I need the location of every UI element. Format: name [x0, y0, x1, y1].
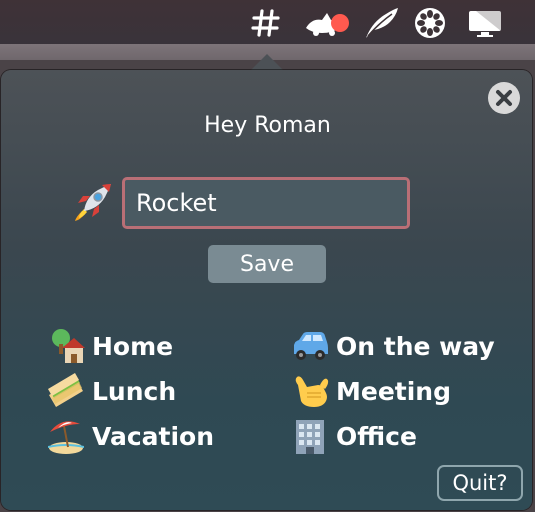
- status-text-input[interactable]: [122, 177, 410, 229]
- preset-office[interactable]: Office: [290, 416, 417, 456]
- close-button[interactable]: [488, 82, 520, 114]
- beach-umbrella-icon: [46, 416, 86, 456]
- feather-icon[interactable]: [362, 6, 400, 40]
- preset-on-the-way[interactable]: On the way: [290, 326, 495, 366]
- rocket-icon[interactable]: [72, 181, 114, 223]
- preset-vacation[interactable]: Vacation: [46, 416, 214, 456]
- preset-meeting[interactable]: Meeting: [290, 371, 451, 411]
- preset-label: On the way: [336, 331, 495, 361]
- preset-label: Vacation: [92, 421, 215, 451]
- house-with-tree-icon: [46, 326, 86, 366]
- cat-tray-icon[interactable]: [302, 6, 350, 40]
- car-icon: [290, 326, 330, 366]
- save-button[interactable]: Save: [208, 245, 326, 283]
- quit-button[interactable]: Quit?: [437, 465, 523, 501]
- preset-label: Office: [336, 421, 417, 451]
- notification-badge: [331, 14, 349, 32]
- slack-hash-icon[interactable]: [249, 6, 283, 40]
- preset-home[interactable]: Home: [46, 326, 173, 366]
- sandwich-icon: [46, 371, 86, 411]
- office-building-icon: [290, 416, 330, 456]
- preset-lunch[interactable]: Lunch: [46, 371, 176, 411]
- close-icon: [496, 90, 512, 106]
- popover-arrow: [250, 54, 284, 71]
- flower-icon[interactable]: [413, 6, 447, 40]
- greeting-title: Hey Roman: [204, 113, 331, 138]
- preset-label: Home: [92, 331, 174, 361]
- preset-label: Lunch: [92, 376, 177, 406]
- display-icon[interactable]: [466, 6, 504, 40]
- preset-label: Meeting: [336, 376, 452, 406]
- call-me-hand-icon: [290, 371, 330, 411]
